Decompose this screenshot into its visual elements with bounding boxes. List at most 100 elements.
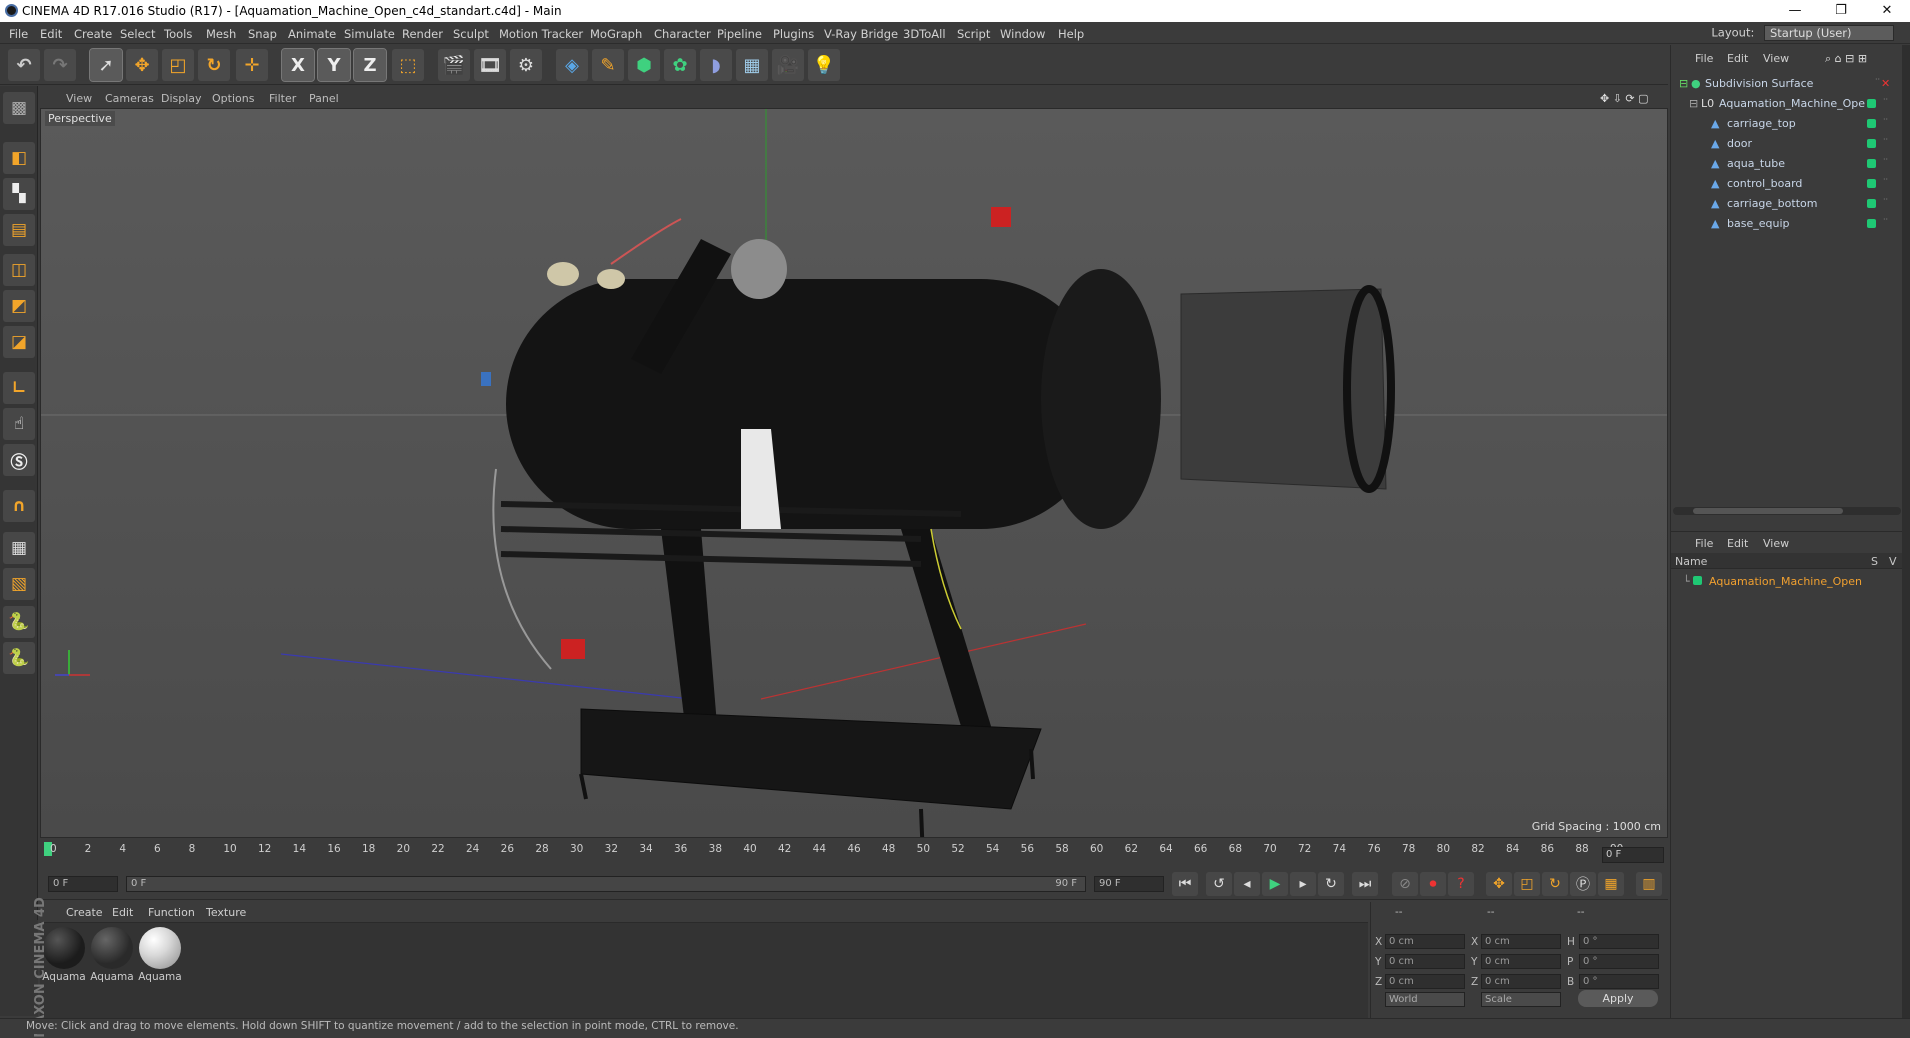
visibility-dots[interactable]: ·· — [1875, 76, 1880, 89]
visibility-dots[interactable]: ·· — [1883, 96, 1888, 109]
layer-menu-edit[interactable]: Edit — [1727, 537, 1748, 550]
menu-mograph[interactable]: MoGraph — [590, 27, 642, 41]
rotate-icon[interactable]: ↻ — [198, 49, 230, 81]
go-to-end-icon[interactable]: ⏭ — [1352, 872, 1378, 896]
material-menu-texture[interactable]: Texture — [206, 906, 246, 919]
menu-create[interactable]: Create — [74, 27, 112, 41]
position-x-field[interactable]: 0 cm — [1385, 934, 1465, 949]
frame-range-slider[interactable]: 0 F 90 F — [126, 876, 1086, 892]
polygons-mode-icon[interactable]: ◪ — [3, 326, 35, 358]
workplane-lock-icon[interactable]: ▦ — [3, 532, 35, 564]
go-to-start-icon[interactable]: ⏮ — [1172, 872, 1198, 896]
layer-color-dot[interactable] — [1867, 99, 1876, 108]
menu-tools[interactable]: Tools — [164, 27, 192, 41]
play-icon[interactable]: ▶ — [1262, 872, 1288, 896]
visibility-dots[interactable]: ·· — [1883, 216, 1888, 229]
key-param-icon[interactable]: Ⓟ — [1570, 872, 1596, 896]
layer-color-dot[interactable] — [1693, 576, 1702, 585]
menu-file[interactable]: File — [9, 27, 28, 41]
layer-color-dot[interactable] — [1867, 159, 1876, 168]
material-swatch[interactable]: Aquama — [42, 927, 86, 983]
move-icon[interactable]: ✥ — [126, 49, 158, 81]
floor-icon[interactable]: ▦ — [736, 49, 768, 81]
solo-icon[interactable]: Ⓢ — [3, 444, 35, 476]
previous-frame-icon[interactable]: ◂ — [1234, 872, 1260, 896]
subdivision-icon[interactable]: ⬢ — [628, 49, 660, 81]
viewport-menu-filter[interactable]: Filter — [269, 92, 296, 105]
start-frame-field[interactable]: 0 F — [48, 876, 118, 892]
model-mode-icon[interactable]: ◧ — [3, 142, 35, 174]
viewport-menu-panel[interactable]: Panel — [309, 92, 339, 105]
rotation-b-field[interactable]: 0 ° — [1579, 974, 1659, 989]
close-button[interactable]: ✕ — [1864, 0, 1910, 22]
object-search-icons[interactable]: ⌕ ⌂ ⊟ ⊞ — [1825, 52, 1867, 66]
material-menu-create[interactable]: Create — [66, 906, 103, 919]
camera-icon[interactable]: 🎥 — [772, 49, 804, 81]
layer-color-dot[interactable] — [1867, 219, 1876, 228]
world-coord-icon[interactable]: ⬚ — [392, 49, 424, 81]
apply-button[interactable]: Apply — [1578, 990, 1658, 1007]
viewport-menu-view[interactable]: View — [66, 92, 92, 105]
menu-motion-tracker[interactable]: Motion Tracker — [499, 27, 583, 41]
keyframe-selection-icon[interactable]: ⊘ — [1392, 872, 1418, 896]
menu-script[interactable]: Script — [957, 27, 990, 41]
menu-3dtoall[interactable]: 3DToAll — [903, 27, 946, 41]
size-x-field[interactable]: 0 cm — [1481, 934, 1561, 949]
menu-window[interactable]: Window — [1000, 27, 1045, 41]
autokey-icon[interactable]: ? — [1448, 872, 1474, 896]
viewport-navigate-icons[interactable]: ✥ ⇩ ⟳ ▢ — [1600, 92, 1649, 105]
visibility-dots[interactable]: ·· — [1883, 116, 1888, 129]
tree-row-carriage-bottom[interactable]: ▲ carriage_bottom ·· — [1671, 193, 1903, 213]
redo-icon[interactable]: ↷ — [44, 49, 76, 81]
render-region-icon[interactable]: 🎞 — [474, 49, 506, 81]
tree-row-subdivision[interactable]: ⊟ ● Subdivision Surface ·· ✕ — [1671, 73, 1903, 93]
cube-icon[interactable]: ◈ — [556, 49, 588, 81]
menu-render[interactable]: Render — [402, 27, 443, 41]
material-menu-edit[interactable]: Edit — [112, 906, 133, 919]
layer-color-dot[interactable] — [1867, 199, 1876, 208]
size-y-field[interactable]: 0 cm — [1481, 954, 1561, 969]
pen-icon[interactable]: ✎ — [592, 49, 624, 81]
layer-row[interactable]: └ Aquamation_Machine_Open — [1671, 571, 1903, 591]
material-menu-function[interactable]: Function — [148, 906, 195, 919]
viewport-menu-options[interactable]: Options — [212, 92, 254, 105]
position-y-field[interactable]: 0 cm — [1385, 954, 1465, 969]
object-menu-edit[interactable]: Edit — [1727, 52, 1748, 65]
menu-pipeline[interactable]: Pipeline — [717, 27, 762, 41]
menu-mesh[interactable]: Mesh — [206, 27, 236, 41]
menu-vray-bridge[interactable]: V-Ray Bridge — [824, 27, 898, 41]
coord-system-dropdown[interactable]: World — [1385, 992, 1465, 1007]
rotation-h-field[interactable]: 0 ° — [1579, 934, 1659, 949]
end-frame-field[interactable]: 90 F — [1094, 876, 1164, 892]
object-menu-file[interactable]: File — [1695, 52, 1713, 65]
current-frame-field[interactable]: 0 F — [1602, 847, 1664, 863]
key-rotation-icon[interactable]: ↻ — [1542, 872, 1568, 896]
python-icon[interactable]: 🐍 — [3, 606, 35, 638]
next-frame-icon[interactable]: ▸ — [1290, 872, 1316, 896]
edges-mode-icon[interactable]: ◩ — [3, 290, 35, 322]
layer-color-dot[interactable] — [1867, 139, 1876, 148]
x-axis-icon[interactable]: X — [281, 48, 315, 82]
key-pla-icon[interactable]: ▦ — [1598, 872, 1624, 896]
layer-color-dot[interactable] — [1867, 179, 1876, 188]
menu-snap[interactable]: Snap — [248, 27, 277, 41]
maximize-button[interactable]: ❐ — [1818, 0, 1864, 22]
timeline-window-icon[interactable]: ▥ — [1636, 872, 1662, 896]
timeline-ruler[interactable]: 0 2 4 6 8 10 12 14 16 18 20 22 24 26 28 30 32 34 36 38 40 42 4… — [40, 840, 1668, 866]
scale-icon[interactable]: ◰ — [162, 49, 194, 81]
key-position-icon[interactable]: ✥ — [1486, 872, 1512, 896]
menu-character[interactable]: Character — [654, 27, 711, 41]
python-plugin-icon[interactable]: 🐍 — [3, 642, 35, 674]
texture-mode-icon[interactable]: ▚ — [3, 178, 35, 210]
make-editable-icon[interactable]: ▩ — [3, 92, 35, 124]
render-settings-icon[interactable]: ⚙ — [510, 49, 542, 81]
menu-edit[interactable]: Edit — [40, 27, 62, 41]
tree-row-machine[interactable]: ⊟ L0 Aquamation_Machine_Ope ·· — [1671, 93, 1903, 113]
viewport-perspective[interactable]: Perspective Grid Spacing: 1000 cm — [40, 108, 1668, 838]
scrollbar-thumb[interactable] — [1693, 508, 1843, 514]
light-icon[interactable]: 💡 — [808, 49, 840, 81]
tree-expand-icon[interactable]: ⊟ — [1689, 97, 1698, 110]
viewport-menu-cameras[interactable]: Cameras — [105, 92, 154, 105]
undo-icon[interactable]: ↶ — [8, 49, 40, 81]
tree-row-aqua-tube[interactable]: ▲ aqua_tube ·· — [1671, 153, 1903, 173]
